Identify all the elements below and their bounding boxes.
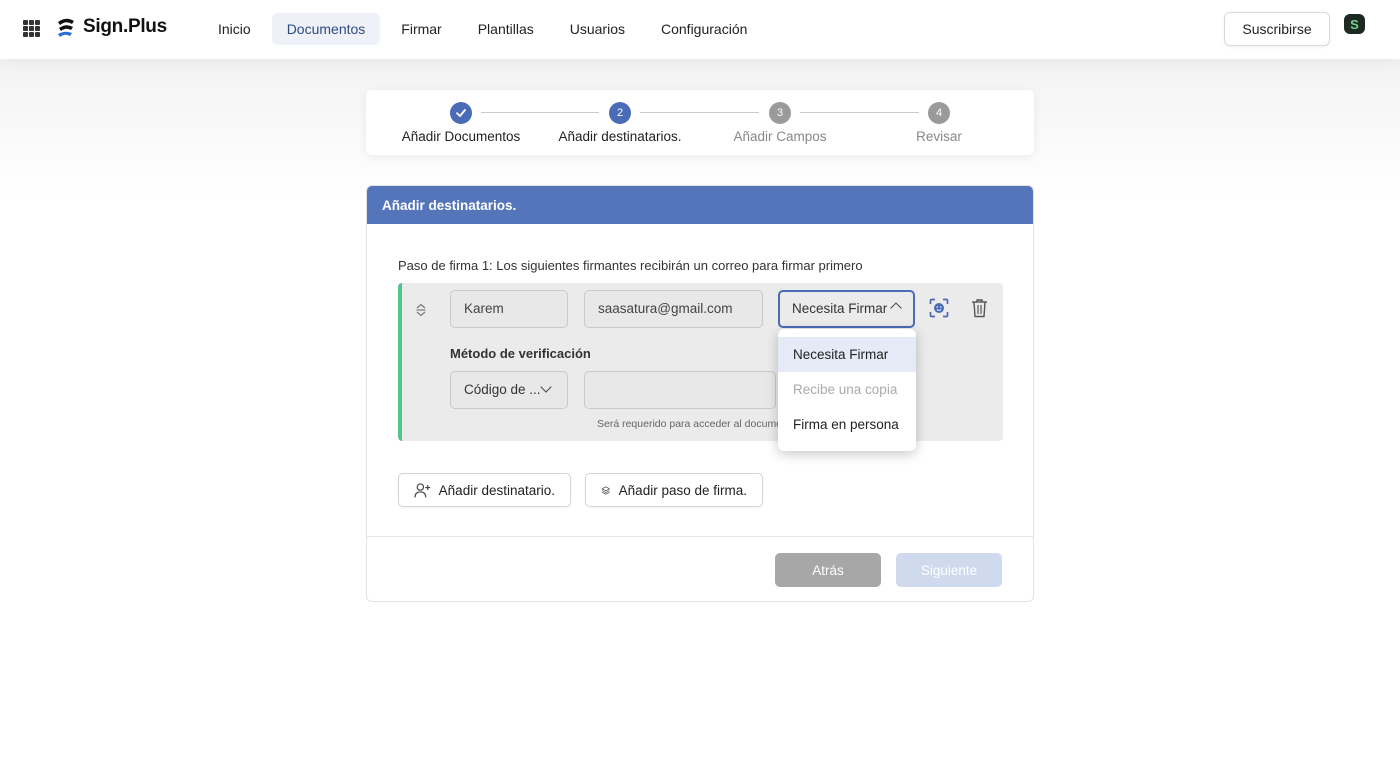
role-option-receive-copy: Recibe una copia <box>793 382 898 397</box>
next-button: Siguiente <box>896 553 1002 587</box>
logo-text: Sign.Plus <box>83 16 167 37</box>
add-signing-step-button[interactable]: Añadir paso de firma. <box>585 473 763 507</box>
chevron-up-icon <box>890 302 902 314</box>
verification-hint: Será requerido para acceder al documento <box>597 418 778 430</box>
recipient-email-input[interactable]: saasatura@gmail.com <box>584 290 763 328</box>
avatar[interactable]: S <box>1344 14 1365 34</box>
role-option-in-person[interactable]: Firma en persona <box>778 407 916 442</box>
subscribe-button[interactable]: Suscribirse <box>1224 12 1330 46</box>
role-option-needs-sign[interactable]: Necesita Firmar <box>778 337 916 372</box>
step-review: 4 Revisar <box>859 102 1019 144</box>
role-select-value: Necesita Firmar <box>792 301 888 316</box>
divider <box>367 536 1033 537</box>
add-recipient-label: Añadir destinatario. <box>438 482 555 498</box>
signing-step-description: Paso de firma 1: Los siguientes firmante… <box>398 258 863 273</box>
sign-plus-logo-icon <box>58 18 74 37</box>
step-label: Añadir destinatarios. <box>558 129 682 144</box>
verification-code-input[interactable] <box>584 371 776 409</box>
back-button[interactable]: Atrás <box>775 553 881 587</box>
step-number: 2 <box>609 102 631 124</box>
drag-handle-icon[interactable] <box>415 303 427 317</box>
nav-item-firmar[interactable]: Firmar <box>386 13 456 45</box>
role-select[interactable]: Necesita Firmar <box>778 290 915 328</box>
nav-item-inicio[interactable]: Inicio <box>203 13 266 45</box>
step-label: Añadir Campos <box>733 129 827 144</box>
step-add-fields: 3 Añadir Campos <box>700 102 860 144</box>
chevron-down-icon <box>540 381 552 393</box>
step-number: 4 <box>928 102 950 124</box>
step-add-documents[interactable]: Añadir Documentos <box>381 102 541 144</box>
verification-method-select[interactable]: Código de ... <box>450 371 568 409</box>
add-signing-step-label: Añadir paso de firma. <box>618 482 747 498</box>
step-label: Añadir Documentos <box>401 129 521 144</box>
layers-icon <box>601 485 610 495</box>
checkmark-icon <box>450 102 472 124</box>
main-nav: Inicio Documentos Firmar Plantillas Usua… <box>203 13 762 45</box>
nav-item-configuracion[interactable]: Configuración <box>646 13 762 45</box>
face-id-icon[interactable] <box>929 298 949 318</box>
verification-method-value: Código de ... <box>464 382 541 397</box>
apps-grid-icon[interactable] <box>23 20 40 37</box>
recipient-name-input[interactable]: Karem <box>450 290 568 328</box>
nav-item-documentos[interactable]: Documentos <box>271 13 381 45</box>
top-header: Sign.Plus Inicio Documentos Firmar Plant… <box>0 0 1400 59</box>
logo[interactable]: Sign.Plus <box>55 16 167 38</box>
add-user-icon <box>414 482 431 497</box>
nav-item-plantillas[interactable]: Plantillas <box>463 13 549 45</box>
trash-icon[interactable] <box>971 298 988 318</box>
nav-item-usuarios[interactable]: Usuarios <box>555 13 640 45</box>
step-label: Revisar <box>916 129 962 144</box>
role-dropdown-menu: Necesita Firmar Recibe una copia Firma e… <box>778 329 916 451</box>
card-title: Añadir destinatarios. <box>367 186 1033 224</box>
recipients-card: Añadir destinatarios. Paso de firma 1: L… <box>366 185 1034 602</box>
step-number: 3 <box>769 102 791 124</box>
add-recipient-button[interactable]: Añadir destinatario. <box>398 473 571 507</box>
verification-method-label: Método de verificación <box>450 346 591 361</box>
step-add-recipients[interactable]: 2 Añadir destinatarios. <box>540 102 700 144</box>
